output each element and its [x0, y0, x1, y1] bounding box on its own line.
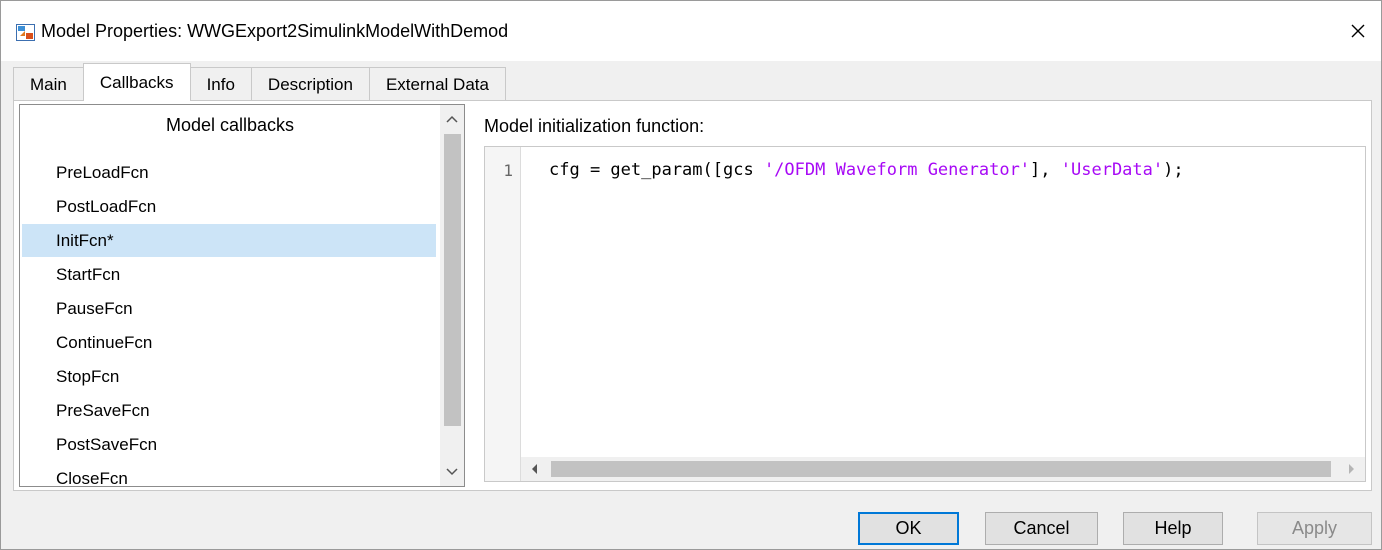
- simulink-model-icon: [16, 24, 35, 41]
- ok-button[interactable]: OK: [858, 512, 959, 545]
- list-item[interactable]: PreSaveFcn: [22, 394, 436, 427]
- model-properties-dialog: Model Properties: WWGExport2SimulinkMode…: [0, 0, 1382, 550]
- chevron-up-icon: [446, 115, 458, 123]
- line-number-gutter: 1: [485, 147, 521, 481]
- list-item[interactable]: PostSaveFcn: [22, 428, 436, 461]
- apply-button[interactable]: Apply: [1257, 512, 1372, 545]
- scrollbar-thumb[interactable]: [551, 461, 1331, 477]
- list-item[interactable]: CloseFcn: [22, 462, 436, 487]
- list-item[interactable]: PostLoadFcn: [22, 190, 436, 223]
- callbacks-panel: Model callbacks PreLoadFcn PostLoadFcn I…: [13, 100, 1372, 491]
- line-number: 1: [503, 161, 513, 180]
- callbacks-list[interactable]: Model callbacks PreLoadFcn PostLoadFcn I…: [19, 104, 465, 487]
- list-item[interactable]: ContinueFcn: [22, 326, 436, 359]
- scroll-up-button[interactable]: [440, 107, 464, 131]
- code-string-path: '/OFDM Waveform Generator': [763, 160, 1031, 180]
- tab-description[interactable]: Description: [251, 67, 370, 101]
- list-item[interactable]: StopFcn: [22, 360, 436, 393]
- chevron-down-icon: [446, 468, 458, 476]
- window-title: Model Properties: WWGExport2SimulinkMode…: [41, 21, 509, 41]
- code-suffix: );: [1163, 160, 1184, 180]
- function-label: Model initialization function:: [484, 116, 705, 136]
- tab-external-data[interactable]: External Data: [369, 67, 506, 101]
- scrollbar-thumb[interactable]: [444, 134, 461, 426]
- list-item[interactable]: PauseFcn: [22, 292, 436, 325]
- list-item-selected[interactable]: InitFcn*: [22, 224, 436, 257]
- callbacks-list-header: Model callbacks: [165, 115, 295, 135]
- chevron-left-icon: [532, 464, 537, 474]
- help-button[interactable]: Help: [1123, 512, 1223, 545]
- chevron-right-icon: [1349, 464, 1354, 474]
- code-string-param: 'UserData': [1060, 160, 1164, 180]
- code-line[interactable]: cfg = get_param([gcs '/OFDM Waveform Gen…: [549, 160, 1184, 180]
- tab-callbacks[interactable]: Callbacks: [82, 63, 191, 101]
- close-button[interactable]: [1335, 13, 1381, 49]
- code-middle: ],: [1030, 160, 1061, 180]
- code-prefix: cfg = get_param([gcs: [549, 160, 764, 180]
- editor-horizontal-scrollbar[interactable]: [521, 457, 1365, 481]
- tab-main[interactable]: Main: [13, 67, 84, 101]
- scroll-down-button[interactable]: [440, 460, 464, 484]
- tab-info[interactable]: Info: [190, 67, 252, 101]
- scroll-right-button[interactable]: [1339, 457, 1363, 481]
- cancel-button[interactable]: Cancel: [985, 512, 1098, 545]
- scroll-left-button[interactable]: [523, 457, 547, 481]
- callbacks-vertical-scrollbar[interactable]: [440, 105, 464, 486]
- close-icon: [1351, 24, 1365, 38]
- code-editor[interactable]: 1 cfg = get_param([gcs '/OFDM Waveform G…: [484, 146, 1366, 482]
- list-item[interactable]: PreLoadFcn: [22, 156, 436, 189]
- tab-strip: Main Callbacks Info Description External…: [13, 63, 506, 101]
- title-bar[interactable]: Model Properties: WWGExport2SimulinkMode…: [1, 1, 1381, 61]
- list-item[interactable]: StartFcn: [22, 258, 436, 291]
